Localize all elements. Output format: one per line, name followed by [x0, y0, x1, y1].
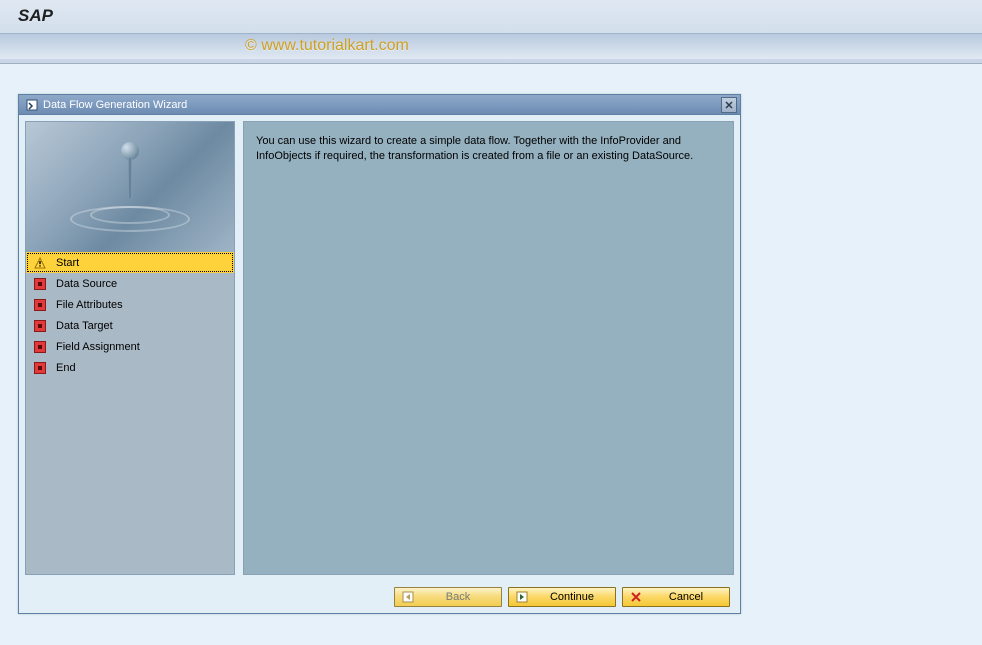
step-label: End [56, 362, 76, 374]
pending-icon [34, 278, 46, 290]
step-start[interactable]: Start [26, 252, 234, 273]
sap-logo: SAP [18, 6, 53, 26]
step-file-attributes[interactable]: File Attributes [26, 294, 234, 315]
step-data-source[interactable]: Data Source [26, 273, 234, 294]
app-header: SAP © www.tutorialkart.com [0, 0, 982, 64]
watermark: © www.tutorialkart.com [245, 37, 409, 55]
pending-icon [34, 341, 46, 353]
wizard-titlebar: Data Flow Generation Wizard [19, 95, 740, 115]
cancel-button[interactable]: Cancel [622, 587, 730, 607]
step-label: File Attributes [56, 299, 123, 311]
wizard-banner-image [26, 122, 234, 252]
back-button[interactable]: Back [394, 587, 502, 607]
step-field-assignment[interactable]: Field Assignment [26, 336, 234, 357]
continue-icon [515, 590, 529, 604]
wizard-icon [25, 98, 39, 112]
button-label: Back [421, 591, 495, 603]
wizard-body: Start Data Source File Attributes Data T… [19, 115, 740, 581]
step-data-target[interactable]: Data Target [26, 315, 234, 336]
wizard-button-bar: Back Continue Cancel [19, 581, 740, 613]
steps-list: Start Data Source File Attributes Data T… [26, 252, 234, 574]
pending-icon [34, 362, 46, 374]
pending-icon [34, 320, 46, 332]
warning-icon [34, 257, 46, 269]
wizard-description: You can use this wizard to create a simp… [256, 134, 721, 165]
pending-icon [34, 299, 46, 311]
wizard-window: Data Flow Generation Wizard [18, 94, 741, 614]
button-label: Continue [535, 591, 609, 603]
continue-button[interactable]: Continue [508, 587, 616, 607]
step-label: Data Target [56, 320, 113, 332]
step-label: Field Assignment [56, 341, 140, 353]
back-icon [401, 590, 415, 604]
step-end[interactable]: End [26, 357, 234, 378]
step-label: Data Source [56, 278, 117, 290]
button-label: Cancel [649, 591, 723, 603]
close-button[interactable] [721, 97, 737, 113]
wizard-content-panel: You can use this wizard to create a simp… [243, 121, 734, 575]
wizard-left-panel: Start Data Source File Attributes Data T… [25, 121, 235, 575]
wizard-title: Data Flow Generation Wizard [43, 99, 721, 111]
main-area: Data Flow Generation Wizard [0, 64, 982, 645]
cancel-icon [629, 590, 643, 604]
header-toolbar [0, 33, 982, 59]
step-label: Start [56, 257, 79, 269]
